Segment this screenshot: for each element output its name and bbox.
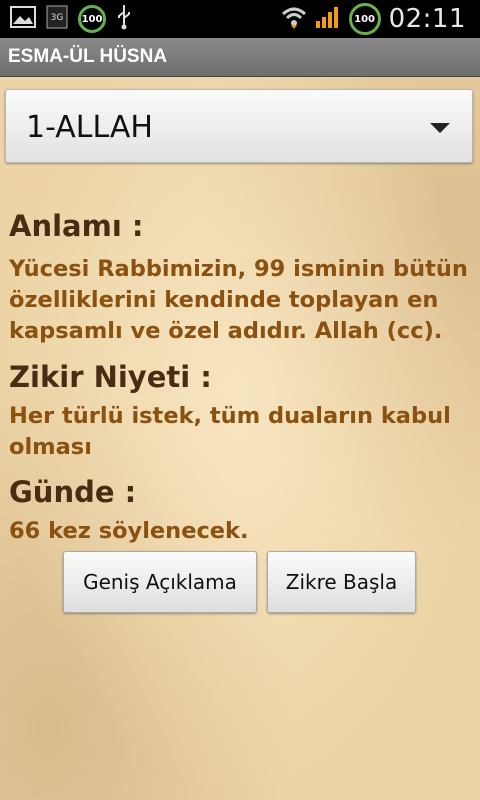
clock: 02:11 — [388, 4, 466, 34]
selected-name: 1-ALLAH — [26, 110, 153, 145]
dropdown-arrow-icon — [430, 123, 450, 133]
details-button[interactable]: Geniş Açıklama — [63, 551, 257, 613]
start-zikr-button[interactable]: Zikre Başla — [267, 551, 416, 613]
app-title-bar: ESMA-ÜL HÜSNA — [0, 38, 480, 77]
intention-text: Her türlü istek, tüm duaların kabul olma… — [9, 403, 451, 460]
app-title: ESMA-ÜL HÜSNA — [8, 46, 168, 67]
wifi-icon — [281, 5, 307, 33]
meaning-heading: Anlamı : — [9, 209, 144, 243]
usb-icon — [116, 4, 132, 34]
meaning-text: Yücesi Rabbimizin, 99 isminin bütün özel… — [9, 256, 468, 344]
intention-heading: Zikir Niyeti : — [9, 360, 212, 394]
status-bar: 3G 100 100 02:11 — [0, 0, 480, 38]
main-content: 1-ALLAH Anlamı : Yücesi Rabbimizin, 99 i… — [0, 77, 480, 800]
gallery-icon — [10, 6, 36, 32]
signal-icon — [315, 5, 341, 33]
battery-ring-icon: 100 — [78, 5, 106, 33]
svg-text:3G: 3G — [51, 13, 64, 23]
name-selector-dropdown[interactable]: 1-ALLAH — [5, 89, 473, 163]
daily-text: 66 kez söylenecek. — [9, 518, 249, 544]
3g-icon: 3G — [46, 5, 68, 33]
daily-heading: Günde : — [9, 475, 137, 509]
battery-ring-icon: 100 — [348, 3, 381, 35]
